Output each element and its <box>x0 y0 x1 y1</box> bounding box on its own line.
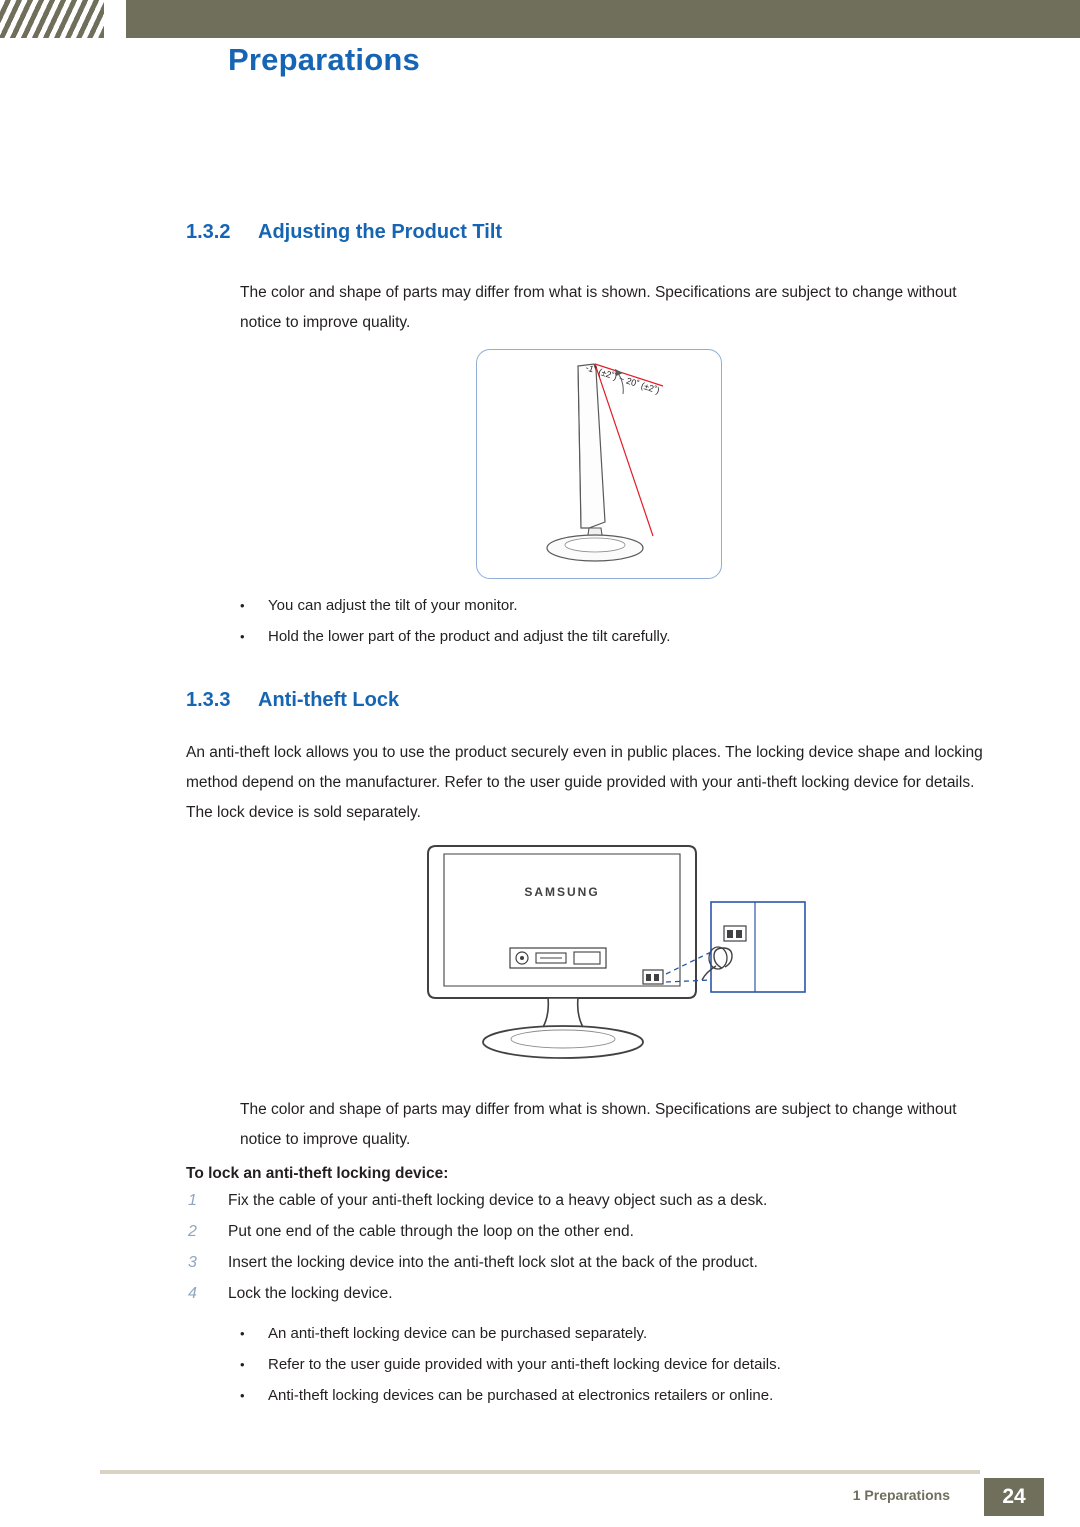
header-tab-decoration <box>126 0 152 38</box>
header-hatch-decoration <box>0 0 104 38</box>
header-gap-decoration <box>104 0 126 38</box>
section-133-note: The color and shape of parts may differ … <box>240 1101 957 1148</box>
step-number: 1 <box>188 1192 197 1209</box>
bullet-icon: • <box>240 1388 245 1403</box>
step-text: Insert the locking device into the anti-… <box>228 1254 758 1271</box>
list-item: • Hold the lower part of the product and… <box>240 621 1000 652</box>
procedure-title: To lock an anti-theft locking device: <box>186 1165 449 1182</box>
step-number: 2 <box>188 1223 197 1240</box>
section-title-133: Anti-theft Lock <box>258 689 400 711</box>
section-number-132: 1.3.2 <box>186 221 231 243</box>
step-text: Put one end of the cable through the loo… <box>228 1223 634 1240</box>
footer-divider <box>100 1470 980 1474</box>
section-133-paragraph: An anti-theft lock allows you to use the… <box>186 744 983 821</box>
list-item: 4 Lock the locking device. <box>188 1285 988 1316</box>
bullet-text: You can adjust the tilt of your monitor. <box>268 597 518 614</box>
list-item: • You can adjust the tilt of your monito… <box>240 590 1000 621</box>
monitor-rear-svg: SAMSUNG <box>427 845 806 1059</box>
procedure-steps: 1 Fix the cable of your anti-theft locki… <box>188 1192 988 1316</box>
page-header-band <box>0 0 1080 38</box>
page-number-badge: 24 <box>984 1478 1044 1516</box>
bullet-icon: • <box>240 1326 245 1341</box>
step-number: 4 <box>188 1285 197 1302</box>
section-title-132: Adjusting the Product Tilt <box>258 221 503 243</box>
bullet-text: Refer to the user guide provided with yo… <box>268 1356 781 1373</box>
step-text: Fix the cable of your anti-theft locking… <box>228 1192 768 1209</box>
list-item: 2 Put one end of the cable through the l… <box>188 1223 988 1254</box>
list-item: • Anti-theft locking devices can be purc… <box>240 1380 1040 1411</box>
list-item: 1 Fix the cable of your anti-theft locki… <box>188 1192 988 1223</box>
footer-chapter-label: 1 Preparations <box>852 1487 950 1503</box>
monitor-tilt-diagram: -1˚ (±2˚) ~ 20˚ (±2˚) <box>476 349 722 579</box>
list-item: • An anti-theft locking device can be pu… <box>240 1318 1040 1349</box>
monitor-rear-antitheft-diagram: SAMSUNG <box>400 840 820 1080</box>
list-item: • Refer to the user guide provided with … <box>240 1349 1040 1380</box>
bullet-icon: • <box>240 1357 245 1372</box>
list-item: 3 Insert the locking device into the ant… <box>188 1254 988 1285</box>
section-heading-133: 1.3.3 Anti-theft Lock <box>186 689 399 712</box>
section-132-bullets: • You can adjust the tilt of your monito… <box>240 590 1000 652</box>
section-133-bullets: • An anti-theft locking device can be pu… <box>240 1318 1040 1411</box>
bullet-text: Hold the lower part of the product and a… <box>268 628 671 645</box>
bullet-text: An anti-theft locking device can be purc… <box>268 1325 648 1342</box>
page-title: Preparations <box>228 42 420 77</box>
monitor-tilt-svg: -1˚ (±2˚) ~ 20˚ (±2˚) <box>546 362 664 562</box>
bullet-icon: • <box>240 598 245 613</box>
brand-label: SAMSUNG <box>524 885 599 899</box>
bullet-text: Anti-theft locking devices can be purcha… <box>268 1387 774 1404</box>
step-number: 3 <box>188 1254 197 1271</box>
section-heading-132: 1.3.2 Adjusting the Product Tilt <box>186 221 502 244</box>
step-text: Lock the locking device. <box>228 1285 393 1302</box>
section-number-133: 1.3.3 <box>186 689 231 711</box>
section-132-paragraph: The color and shape of parts may differ … <box>240 284 957 331</box>
bullet-icon: • <box>240 629 245 644</box>
